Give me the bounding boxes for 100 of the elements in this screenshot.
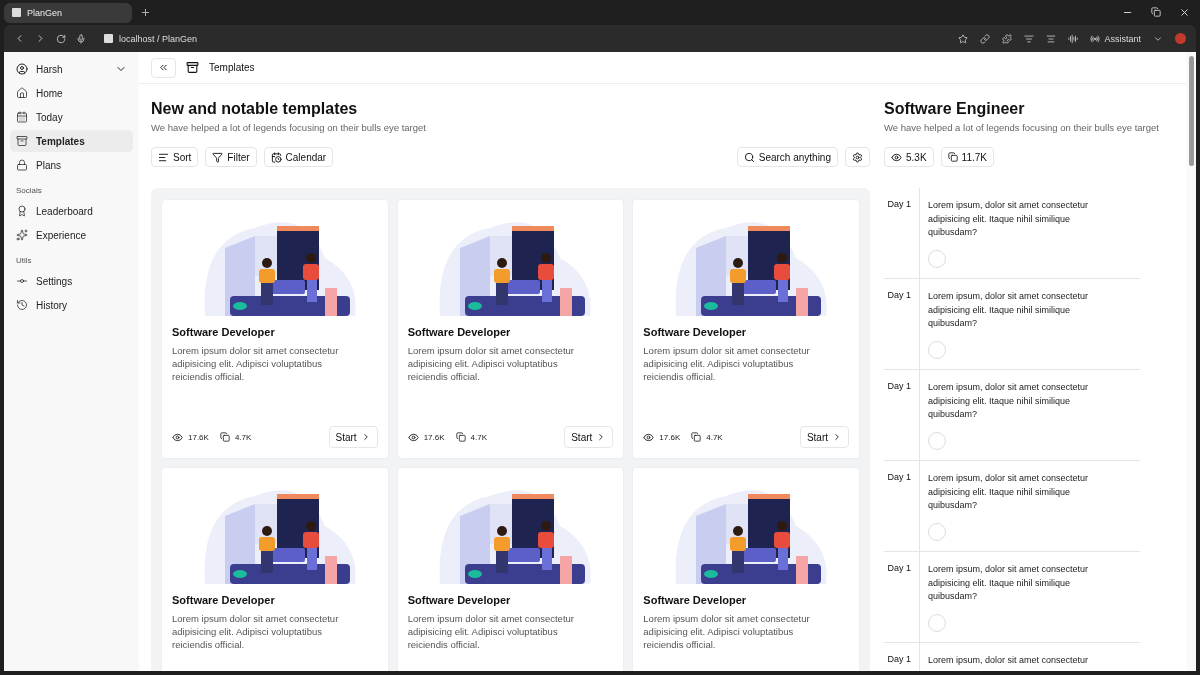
toolbar-button[interactable]: Calendar	[263, 147, 334, 167]
start-button[interactable]: Start	[564, 426, 614, 448]
filter-icon	[212, 151, 224, 163]
eye-icon	[407, 431, 419, 443]
template-card[interactable]: Software Developer Lorem ipsum dolor sit amet consectetur adipisicing elit. Adipisci voluptatibus reiciendis official. 17.6K 4.7K Start	[632, 199, 860, 459]
eye-icon	[891, 151, 902, 163]
template-card[interactable]: Software Developer Lorem ipsum dolor sit amet consectetur adipisicing elit. Adipisci voluptatibus reiciendis official.	[396, 467, 625, 671]
task-checkbox[interactable]	[928, 431, 946, 450]
page-title: Templates	[209, 62, 255, 73]
start-button[interactable]: Start	[328, 426, 378, 448]
scrollbar-thumb[interactable]	[1188, 56, 1194, 166]
toolbar-button[interactable]: Sort	[151, 147, 199, 167]
history-icon	[16, 299, 28, 311]
close-icon[interactable]	[1179, 7, 1190, 18]
card-description: Lorem ipsum dolor sit amet consectetur adipisicing elit. Adipisci voluptatibus reiciendis official.	[643, 612, 811, 651]
task-checkbox[interactable]	[928, 340, 946, 359]
search-button[interactable]: Search anything	[736, 147, 838, 167]
double-chevron-icon	[158, 62, 169, 73]
section-heading: Utils	[15, 255, 33, 267]
task-checkbox[interactable]	[928, 249, 946, 268]
section-title: New and notable templates	[151, 100, 359, 118]
task-checkbox[interactable]	[928, 613, 946, 632]
card-title: Software Developer	[643, 326, 748, 338]
day-label: Day 1	[887, 199, 911, 209]
card-description: Lorem ipsum dolor sit amet consectetur adipisicing elit. Adipisci voluptatibus reiciendis official.	[643, 344, 811, 383]
sidebar-item[interactable]: History	[10, 294, 133, 316]
sidebar-item[interactable]: Plans	[10, 154, 133, 176]
award-icon	[16, 205, 28, 217]
day-label: Day 1	[887, 472, 911, 482]
eye-icon	[643, 431, 655, 443]
user-icon	[16, 63, 28, 75]
card-title: Software Developer	[407, 594, 512, 606]
task-text: Lorem ipsum, dolor sit amet consectetur adipisicing elit. Itaque nihil similique quibusdam?	[928, 199, 1090, 239]
copies-count: 4.7K	[234, 432, 252, 442]
task-text: Lorem ipsum, dolor sit amet consectetur adipisicing elit. Itaque nihil similique quibusdam?	[928, 381, 1090, 421]
task-text: Lorem ipsum, dolor sit amet consectetur adipisicing elit. Itaque nihil similique quibusdam?	[928, 472, 1090, 512]
chevron-right-icon	[832, 432, 842, 442]
copy-icon	[219, 432, 230, 442]
card-description: Lorem ipsum dolor sit amet consectetur adipisicing elit. Adipisci voluptatibus reiciendis official.	[172, 344, 340, 383]
link-icon[interactable]	[980, 33, 991, 44]
copies-count: 4.7K	[706, 432, 723, 442]
microphone-icon[interactable]	[76, 33, 86, 44]
calendar-icon	[16, 111, 28, 123]
copies-button[interactable]: 11.7K	[940, 147, 994, 167]
restore-icon[interactable]	[1151, 7, 1161, 17]
template-card[interactable]: Software Developer Lorem ipsum dolor sit amet consectetur adipisicing elit. Adipisci voluptatibus reiciendis official. 17.6K 4.7K Start	[161, 199, 389, 459]
day-label: Day 1	[887, 290, 911, 300]
profile-avatar[interactable]	[1175, 33, 1186, 44]
task-checkbox[interactable]	[928, 522, 946, 541]
settings-button[interactable]	[845, 147, 870, 167]
puzzle-icon[interactable]	[1002, 33, 1013, 44]
browser-tab[interactable]: PlanGen	[4, 2, 132, 23]
card-description: Lorem ipsum dolor sit amet consectetur adipisicing elit. Adipisci voluptatibus reiciendis official.	[407, 344, 575, 383]
plan-title: Software Engineer	[884, 100, 1026, 118]
day-label: Day 1	[887, 654, 911, 664]
reload-icon[interactable]	[56, 33, 66, 44]
views-count: 17.6K	[423, 432, 445, 442]
copy-icon	[691, 432, 702, 442]
sidebar-item[interactable]: Leaderboard	[10, 200, 133, 222]
sidebar-item[interactable]: Today	[10, 106, 133, 128]
start-button[interactable]: Start	[799, 426, 849, 448]
assistant-button[interactable]: Assistant	[1090, 33, 1141, 44]
section-subtitle: We have helped a lot of legends focusing on their bulls eye target	[151, 122, 427, 133]
copies-count: 4.7K	[470, 432, 488, 442]
new-tab-icon[interactable]	[140, 7, 151, 18]
signal-icon	[1090, 33, 1101, 44]
home-icon	[16, 87, 28, 99]
favicon-icon	[12, 8, 21, 17]
collapse-button[interactable]	[151, 57, 176, 78]
toolbar-button[interactable]: Filter	[205, 147, 257, 167]
task-text: Lorem ipsum, dolor sit amet consectetur	[928, 654, 1090, 667]
list-icon[interactable]	[1024, 33, 1035, 44]
day-label: Day 1	[887, 563, 911, 573]
sidebar-item[interactable]: Home	[10, 82, 133, 104]
sidebar-item[interactable]: Experience	[10, 224, 133, 246]
copy-icon	[455, 432, 466, 442]
copy-icon	[947, 152, 958, 162]
address-field[interactable]: localhost / PlanGen	[119, 33, 198, 44]
views-count: 17.6K	[188, 432, 209, 442]
task-text: Lorem ipsum, dolor sit amet consectetur adipisicing elit. Itaque nihil similique quibusdam?	[928, 563, 1090, 603]
task-text: Lorem ipsum, dolor sit amet consectetur adipisicing elit. Itaque nihil similique quibusdam?	[928, 290, 1090, 330]
section-heading: Socials	[15, 185, 43, 197]
template-card[interactable]: Software Developer Lorem ipsum dolor sit amet consectetur adipisicing elit. Adipisci voluptatibus reiciendis official.	[632, 467, 860, 671]
sidebar-item[interactable]: Settings	[10, 270, 133, 292]
lines-icon[interactable]	[1046, 33, 1057, 44]
audio-icon[interactable]	[1068, 33, 1079, 44]
sidebar-item[interactable]: Templates	[10, 130, 133, 152]
eye-icon	[172, 431, 183, 443]
user-menu[interactable]: Harsh	[10, 58, 133, 80]
archive-icon	[186, 61, 199, 74]
settings-icon	[852, 151, 863, 163]
archive-icon	[16, 135, 28, 147]
views-button[interactable]: 5.3K	[884, 147, 934, 167]
lock-icon	[16, 159, 28, 171]
template-card[interactable]: Software Developer Lorem ipsum dolor sit amet consectetur adipisicing elit. Adipisci voluptatibus reiciendis official. 17.6K 4.7K Start	[396, 199, 625, 459]
template-card[interactable]: Software Developer Lorem ipsum dolor sit amet consectetur adipisicing elit. Adipisci voluptatibus reiciendis official.	[161, 467, 389, 671]
card-description: Lorem ipsum dolor sit amet consectetur adipisicing elit. Adipisci voluptatibus reiciendis official.	[407, 612, 575, 651]
star-icon[interactable]	[958, 33, 969, 44]
sparkles-icon	[16, 229, 28, 241]
card-title: Software Developer	[172, 594, 276, 606]
